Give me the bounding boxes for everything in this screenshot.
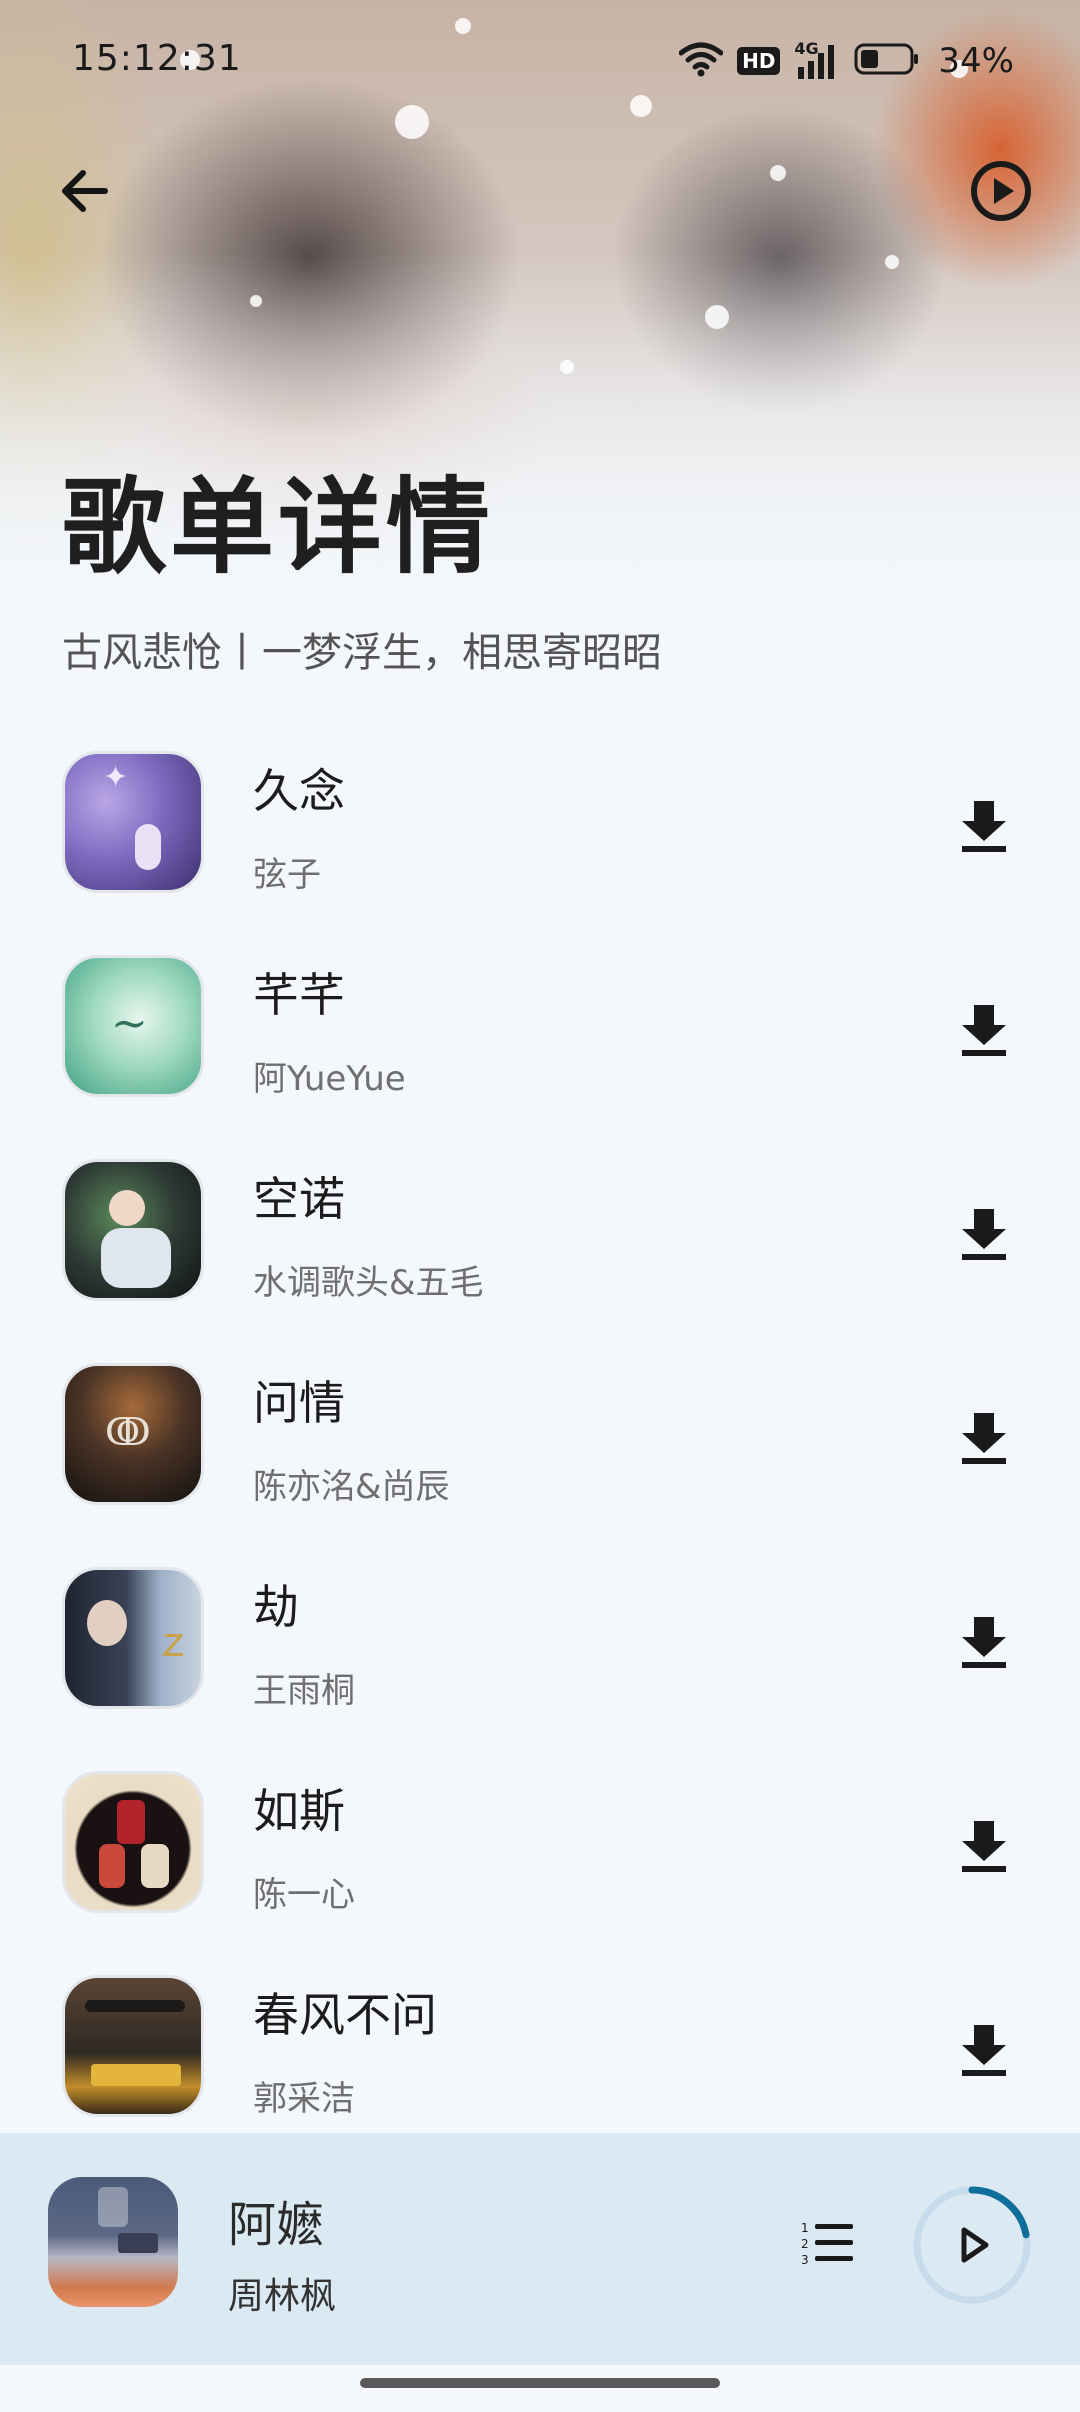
download-icon [958, 2021, 1010, 2081]
hd-badge: HD [737, 47, 781, 75]
album-cover: ~ [62, 955, 204, 1097]
download-icon [958, 1001, 1010, 1061]
download-button[interactable] [944, 1807, 1024, 1887]
download-button[interactable] [944, 1603, 1024, 1683]
album-cover: ↂ [62, 1363, 204, 1505]
song-list: ✦ 久念 弦子 ~ 芊芊 阿YueYue 空诺 水调歌头&五毛 ↂ 问情 陈亦洺… [0, 735, 1080, 2163]
song-artist: 陈一心 [253, 1875, 355, 1915]
play-pause-button[interactable] [910, 2183, 1034, 2307]
song-title: 空诺 [253, 1172, 345, 1226]
download-icon [958, 1817, 1010, 1877]
wifi-icon [678, 41, 724, 81]
download-button[interactable] [944, 787, 1024, 867]
download-icon [958, 1409, 1010, 1469]
now-playing-cover [48, 2177, 178, 2307]
playlist-description: 古风悲怆丨一梦浮生，相思寄昭昭 [62, 630, 662, 676]
song-artist: 水调歌头&五毛 [253, 1263, 484, 1303]
song-title: 久念 [253, 764, 345, 818]
album-cover [62, 1975, 204, 2117]
download-button[interactable] [944, 1399, 1024, 1479]
download-button[interactable] [944, 991, 1024, 1071]
battery-percent: 34% [938, 41, 1014, 81]
album-cover: ✦ [62, 751, 204, 893]
back-button[interactable] [50, 158, 120, 228]
song-row[interactable]: ✦ 久念 弦子 [0, 735, 1080, 939]
song-row[interactable]: 如斯 陈一心 [0, 1755, 1080, 1959]
download-icon [958, 797, 1010, 857]
song-row[interactable]: ↂ 问情 陈亦洺&尚辰 [0, 1347, 1080, 1551]
song-row[interactable]: 空诺 水调歌头&五毛 [0, 1143, 1080, 1347]
battery-icon [854, 42, 920, 80]
svg-text:3: 3 [801, 2253, 809, 2267]
status-time: 15:12:31 [72, 38, 242, 79]
song-title: 劫 [253, 1580, 299, 1634]
album-cover [62, 1159, 204, 1301]
song-title: 春风不问 [253, 1988, 437, 2042]
page-title: 歌单详情 [62, 466, 495, 588]
song-artist: 郭采洁 [253, 2079, 355, 2119]
play-circle-icon [969, 159, 1033, 227]
play-all-button[interactable] [966, 158, 1036, 228]
signal-icon: 4G [794, 39, 840, 81]
song-artist: 陈亦洺&尚辰 [253, 1467, 450, 1507]
song-title: 芊芊 [253, 968, 345, 1022]
download-button[interactable] [944, 1195, 1024, 1275]
arrow-left-icon [57, 163, 113, 223]
playlist-icon: 1 2 3 [799, 2218, 855, 2272]
song-row[interactable]: ｚ 劫 王雨桐 [0, 1551, 1080, 1755]
status-bar: 15:12:31 HD 4G 34% [0, 0, 1080, 124]
song-artist: 弦子 [253, 855, 321, 895]
svg-text:2: 2 [801, 2237, 809, 2251]
svg-text:1: 1 [801, 2221, 809, 2235]
play-icon [961, 2227, 989, 2263]
song-title: 问情 [253, 1376, 345, 1430]
download-icon [958, 1613, 1010, 1673]
playback-progress-ring [913, 2186, 1031, 2304]
download-icon [958, 1205, 1010, 1265]
now-playing-title: 阿嬷 [228, 2197, 325, 2253]
playlist-detail-screen: 15:12:31 HD 4G 34% 歌单详情 古风悲怆丨一梦浮生，相思寄昭昭 … [0, 0, 1080, 2412]
mini-player[interactable]: 阿嬷 周林枫 1 2 3 [0, 2133, 1080, 2365]
status-icons: HD 4G 34% [678, 38, 1014, 84]
song-row[interactable]: ~ 芊芊 阿YueYue [0, 939, 1080, 1143]
queue-button[interactable]: 1 2 3 [795, 2213, 859, 2277]
album-cover [62, 1771, 204, 1913]
song-artist: 阿YueYue [253, 1059, 406, 1099]
download-button[interactable] [944, 2011, 1024, 2091]
now-playing-artist: 周林枫 [228, 2276, 337, 2317]
song-artist: 王雨桐 [253, 1671, 355, 1711]
album-cover: ｚ [62, 1567, 204, 1709]
song-title: 如斯 [253, 1784, 345, 1838]
home-indicator[interactable] [360, 2378, 720, 2388]
